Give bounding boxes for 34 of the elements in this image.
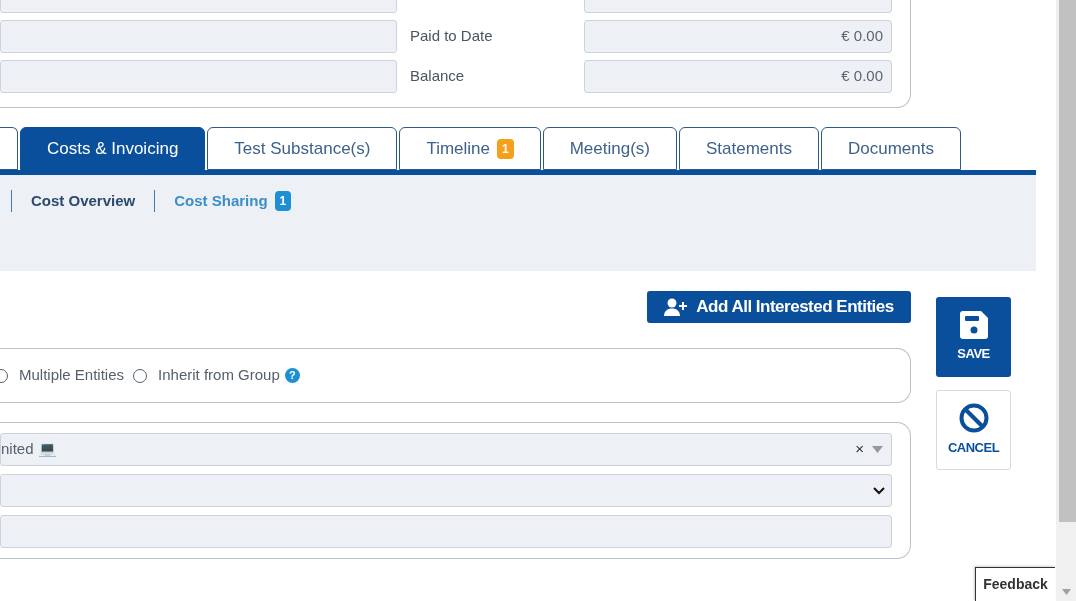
select-field[interactable] xyxy=(0,474,892,507)
tab[interactable]: Test Substance(s) xyxy=(207,127,398,170)
tab[interactable]: Meeting(s) xyxy=(542,127,677,170)
field-label: Paid to Date xyxy=(410,26,494,47)
radio-label: Inherit from Group xyxy=(158,365,280,386)
tab[interactable]: Statements xyxy=(679,127,819,170)
tab[interactable] xyxy=(0,127,18,170)
add-user-icon xyxy=(664,298,689,316)
count-badge: 1 xyxy=(497,138,514,159)
subnav-link[interactable]: Cost Overview xyxy=(31,190,136,213)
field-label: Balance xyxy=(410,66,466,87)
tab[interactable]: Documents xyxy=(821,127,961,170)
tab[interactable]: Costs & Invoicing xyxy=(20,127,206,170)
feedback-tab[interactable]: Feedback xyxy=(975,567,1055,601)
input-field[interactable] xyxy=(0,60,397,93)
add-entities-button[interactable]: Add All Interested Entities xyxy=(647,291,911,323)
tab[interactable]: Timeline 1 xyxy=(399,127,541,170)
amount-field[interactable]: € 0.00 xyxy=(584,20,892,53)
amount-field[interactable]: € 0.00 xyxy=(584,60,892,93)
input-field[interactable] xyxy=(0,20,397,53)
radio-label: Multiple Entities xyxy=(19,365,125,386)
dropdown-icon xyxy=(872,446,883,453)
entity-select[interactable]: nited 💻 × xyxy=(0,433,892,466)
help-icon[interactable]: ? xyxy=(284,368,300,383)
scroll-down-icon[interactable] xyxy=(1062,589,1071,595)
clear-icon[interactable]: × xyxy=(855,438,864,461)
subnav-link[interactable]: Cost Sharing 1 xyxy=(174,190,292,213)
chevron-down-icon xyxy=(873,486,885,495)
cancel-icon xyxy=(958,402,989,433)
scrollbar-thumb[interactable] xyxy=(1059,0,1076,522)
cancel-button[interactable]: CANCEL xyxy=(936,390,1011,470)
count-badge: 1 xyxy=(274,191,292,212)
save-button[interactable]: SAVE xyxy=(936,297,1011,377)
input-field[interactable] xyxy=(0,515,892,548)
